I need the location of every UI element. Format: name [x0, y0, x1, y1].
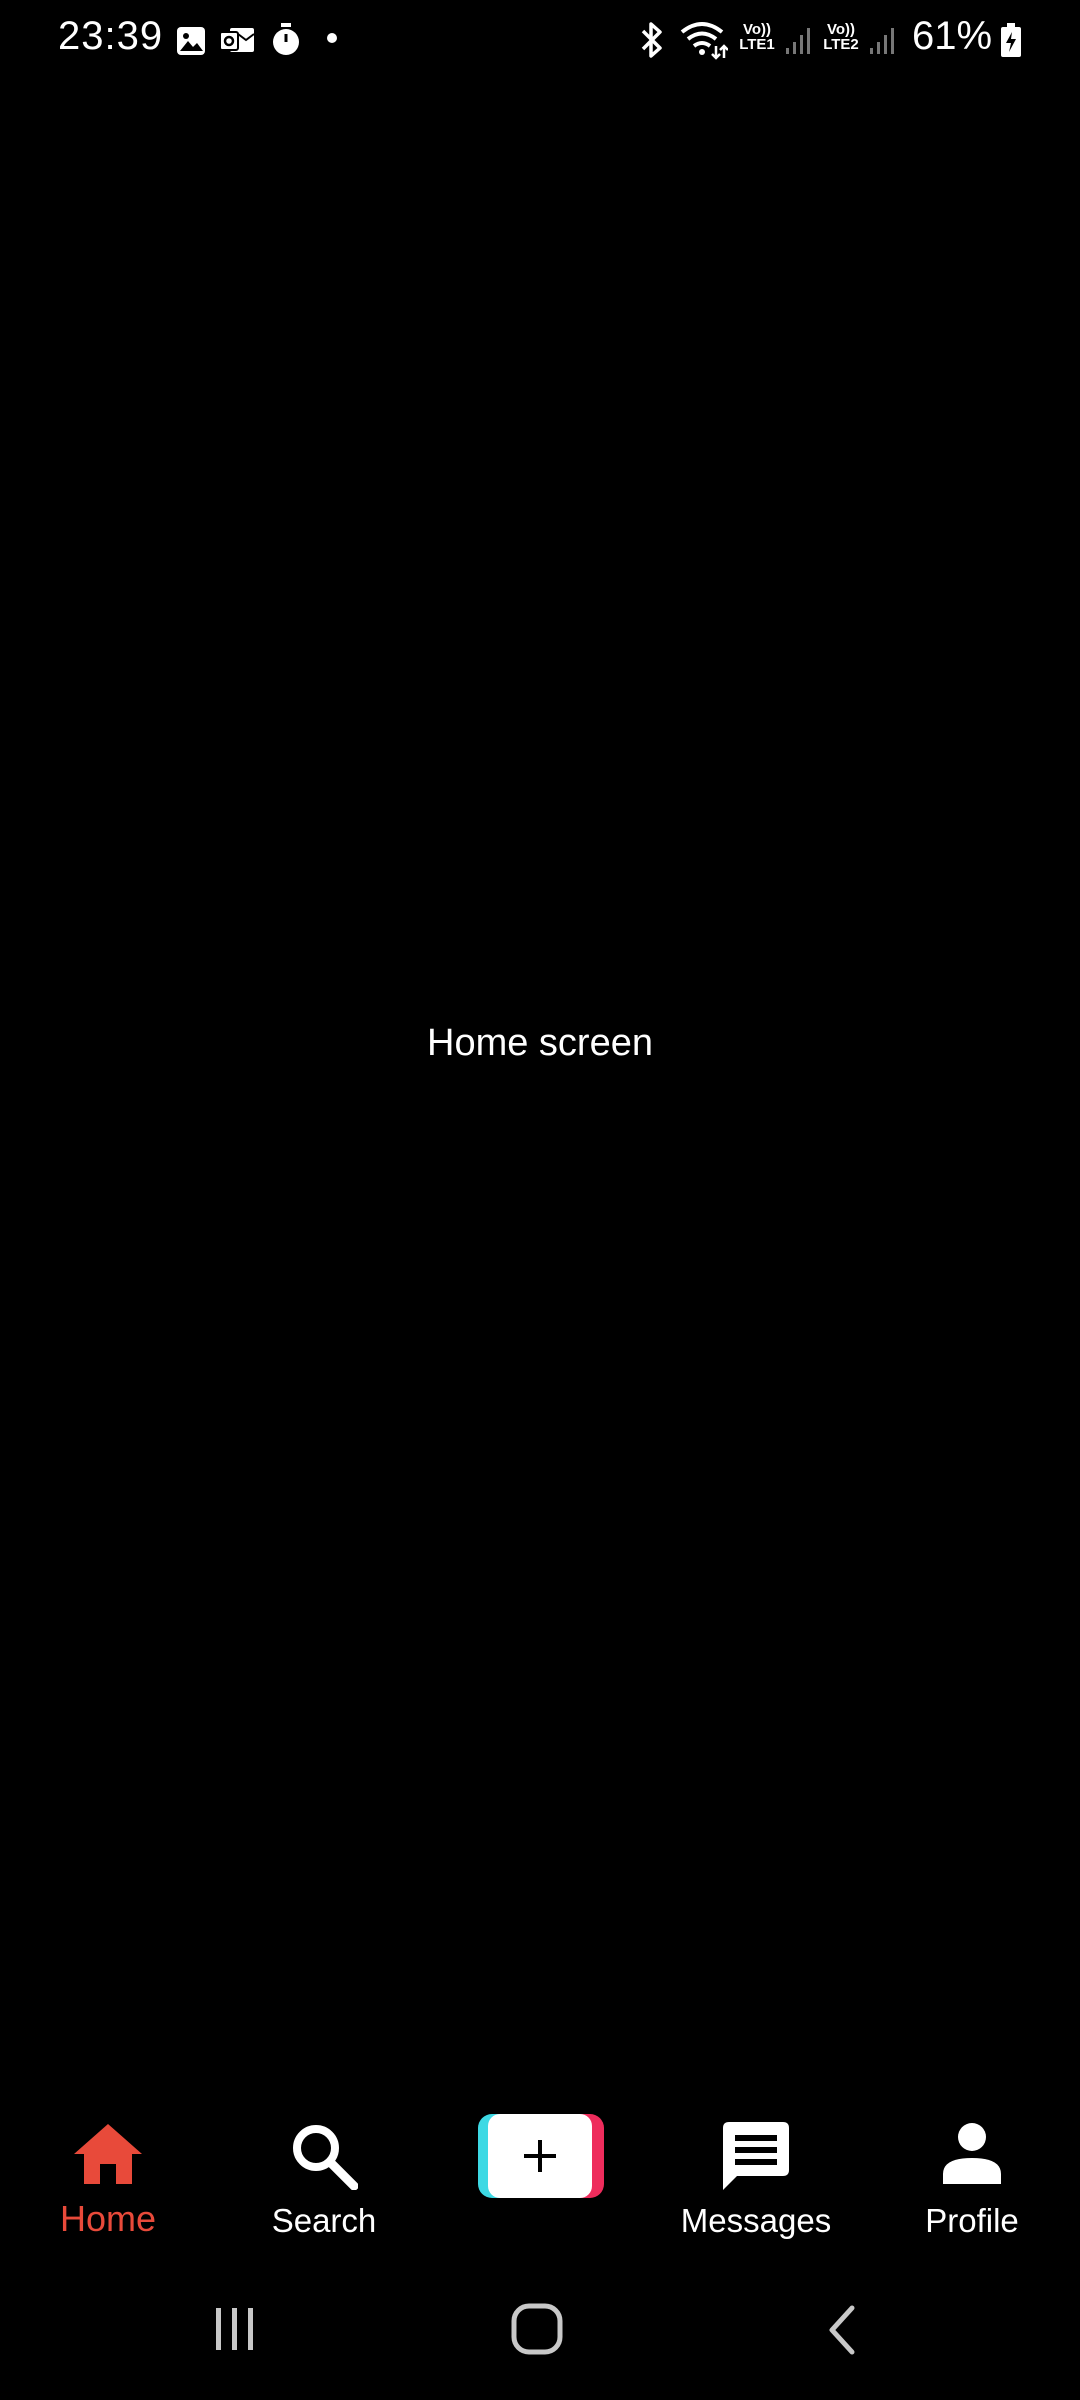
nav-search[interactable]: Search — [216, 2090, 432, 2270]
home-icon — [74, 2124, 142, 2184]
search-icon — [293, 2125, 358, 2190]
recents-icon[interactable] — [210, 2304, 260, 2354]
message-icon — [723, 2122, 789, 2190]
wifi-icon — [680, 22, 728, 60]
person-icon — [943, 2123, 1001, 2184]
home-circle-icon[interactable] — [510, 2302, 564, 2356]
nav-messages-label: Messages — [680, 2202, 832, 2239]
nav-profile-label: Profile — [925, 2202, 1019, 2239]
add-button[interactable] — [478, 2114, 604, 2198]
timer-icon — [273, 23, 299, 55]
nav-home-label: Home — [59, 2198, 157, 2239]
bluetooth-icon — [641, 22, 662, 58]
signal-icon — [870, 28, 894, 54]
battery-percent: 61% — [912, 14, 993, 58]
gallery-icon — [177, 27, 205, 55]
nav-search-label: Search — [271, 2202, 377, 2239]
signal-icon — [786, 28, 810, 54]
battery-icon — [1001, 23, 1021, 57]
outlook-icon — [219, 28, 255, 52]
status-time: 23:39 — [58, 14, 164, 58]
back-icon[interactable] — [822, 2304, 862, 2356]
nav-profile[interactable]: Profile — [864, 2090, 1080, 2270]
nav-messages[interactable]: Messages — [648, 2090, 864, 2270]
plus-icon — [524, 2140, 556, 2172]
dot-icon — [327, 33, 337, 43]
sim2-label: Vo)) LTE2 — [823, 21, 859, 53]
nav-home[interactable]: Home — [0, 2090, 216, 2270]
status-bar: 23:39 Vo)) LTE1 Vo)) LTE2 61% — [0, 0, 1080, 80]
sim1-label: Vo)) LTE1 — [739, 21, 775, 53]
home-screen-text: Home screen — [427, 1022, 653, 1064]
system-navigation-bar — [0, 2290, 1080, 2370]
